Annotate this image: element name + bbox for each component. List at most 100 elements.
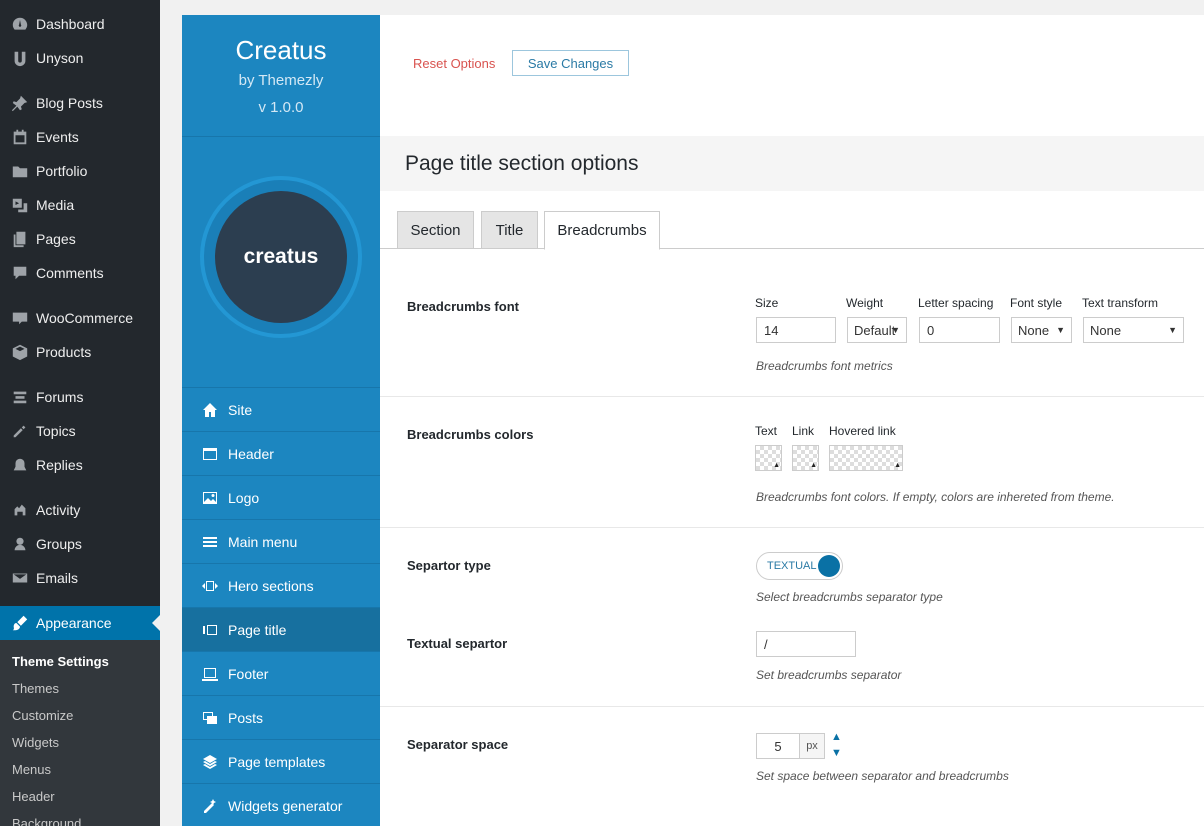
menu-item-forums[interactable]: Forums (0, 380, 160, 414)
menu-label: Emails (36, 570, 79, 586)
theme-options-sidebar: Creatus by Themezly v 1.0.0 creatus Site… (182, 15, 380, 826)
size-label: Size (755, 296, 779, 310)
submenu-widgets[interactable]: Widgets (12, 735, 59, 750)
font-style-value: None (1018, 322, 1050, 338)
colors-hint: Breadcrumbs font colors. If empty, color… (756, 490, 1115, 504)
theme-brand: Creatus by Themezly v 1.0.0 (182, 15, 380, 137)
unit-label: px (800, 733, 825, 759)
menu-item-blog-posts[interactable]: Blog Posts (0, 86, 160, 120)
menu-label: Unyson (36, 50, 84, 66)
menu-item-pages[interactable]: Pages (0, 222, 160, 256)
menu-item-activity[interactable]: Activity (0, 493, 160, 527)
font-weight-select[interactable]: Default ▼ (847, 317, 907, 343)
window-icon (182, 446, 228, 462)
textual-separator-input[interactable]: / (756, 631, 856, 657)
menu-label: Media (36, 197, 75, 213)
panel-nav-main-menu[interactable]: Main menu (182, 519, 380, 563)
letter-spacing-input[interactable]: 0 (919, 317, 1000, 343)
menu-item-woocommerce[interactable]: WooCommerce (0, 301, 160, 335)
submenu-customize[interactable]: Customize (12, 708, 73, 723)
tab-title[interactable]: Title (481, 211, 538, 249)
menu-label: Appearance (36, 615, 112, 631)
increment-arrow-icon[interactable]: ▲ (831, 732, 842, 743)
hovered-link-color-picker[interactable]: ▲ (829, 445, 903, 471)
separator-type-toggle[interactable]: TEXTUAL (756, 552, 843, 580)
panel-nav-header[interactable]: Header (182, 431, 380, 475)
dashboard-icon (0, 15, 36, 33)
text-transform-select[interactable]: None ▼ (1083, 317, 1184, 343)
menu-item-portfolio[interactable]: Portfolio (0, 154, 160, 188)
current-menu-arrow (152, 615, 160, 631)
menu-label: Portfolio (36, 163, 88, 179)
panel-nav-label: Main menu (228, 533, 298, 550)
panel-nav-hero-sections[interactable]: Hero sections (182, 563, 380, 607)
font-size-input[interactable]: 14 (756, 317, 836, 343)
panel-nav-label: Widgets generator (228, 797, 343, 814)
panel-nav-site[interactable]: Site (182, 387, 380, 431)
tab-section[interactable]: Section (397, 211, 474, 249)
caret-up-icon: ▲ (894, 462, 901, 469)
font-style-select[interactable]: None ▼ (1011, 317, 1072, 343)
panel-nav-page-title[interactable]: Page title (182, 607, 380, 651)
separator-type-label: Separtor type (407, 558, 491, 573)
submenu-menus[interactable]: Menus (12, 762, 51, 777)
toggle-text: TEXTUAL (767, 560, 817, 572)
divider (380, 527, 1204, 528)
submenu-background[interactable]: Background (12, 816, 81, 826)
submenu-theme-settings[interactable]: Theme Settings (12, 654, 109, 669)
panel-nav-label: Footer (228, 665, 269, 682)
menu-item-dashboard[interactable]: Dashboard (0, 7, 160, 41)
posts-icon (182, 710, 228, 726)
text-color-label: Text (755, 424, 778, 438)
text-color-picker[interactable]: ▲ (755, 445, 782, 471)
activity-icon (0, 501, 36, 519)
pages-icon (0, 230, 36, 248)
text-transform-label: Text transform (1082, 296, 1159, 310)
panel-nav-page-templates[interactable]: Page templates (182, 739, 380, 783)
hero-icon (182, 578, 228, 594)
panel-nav-label: Page title (228, 621, 287, 638)
calendar-icon (0, 128, 36, 146)
panel-nav-posts[interactable]: Posts (182, 695, 380, 739)
submenu-header[interactable]: Header (12, 789, 55, 804)
reset-options-button[interactable]: Reset Options (413, 56, 495, 71)
unyson-icon (0, 49, 36, 67)
menu-label: Replies (36, 457, 83, 473)
menu-item-events[interactable]: Events (0, 120, 160, 154)
menu-item-appearance[interactable]: Appearance (0, 606, 160, 640)
save-changes-button[interactable]: Save Changes (512, 50, 629, 76)
menu-item-media[interactable]: Media (0, 188, 160, 222)
link-color-picker[interactable]: ▲ (792, 445, 819, 471)
separator-space-input[interactable]: 5 (756, 733, 800, 759)
comment-icon (0, 264, 36, 282)
menu-item-comments[interactable]: Comments (0, 256, 160, 290)
panel-nav-label: Header (228, 445, 274, 462)
menu-label: Events (36, 129, 79, 145)
decrement-arrow-icon[interactable]: ▼ (831, 748, 842, 759)
theme-logo-text: creatus (215, 191, 347, 323)
menu-item-emails[interactable]: Emails (0, 561, 160, 595)
media-icon (0, 196, 36, 214)
woo-icon (0, 309, 36, 327)
section-title: Page title section options (405, 152, 639, 175)
submenu-themes[interactable]: Themes (12, 681, 59, 696)
menu-item-replies[interactable]: Replies (0, 448, 160, 482)
panel-nav-logo[interactable]: Logo (182, 475, 380, 519)
toggle-knob (818, 555, 840, 577)
image-icon (182, 490, 228, 506)
panel-nav-widgets-generator[interactable]: Widgets generator (182, 783, 380, 826)
menu-item-groups[interactable]: Groups (0, 527, 160, 561)
panel-nav-label: Site (228, 401, 253, 418)
menu-item-products[interactable]: Products (0, 335, 160, 369)
theme-name: Creatus (235, 35, 327, 65)
text-transform-value: None (1090, 322, 1122, 338)
textual-separator-hint: Set breadcrumbs separator (756, 668, 902, 682)
panel-nav-footer[interactable]: Footer (182, 651, 380, 695)
menu-item-topics[interactable]: Topics (0, 414, 160, 448)
tab-breadcrumbs[interactable]: Breadcrumbs (544, 211, 660, 250)
menu-label: Pages (36, 231, 76, 247)
theme-logo: creatus (200, 176, 362, 338)
theme-author: by Themezly (238, 72, 324, 89)
menu-item-unyson[interactable]: Unyson (0, 41, 160, 75)
menu-label: Activity (36, 502, 81, 518)
